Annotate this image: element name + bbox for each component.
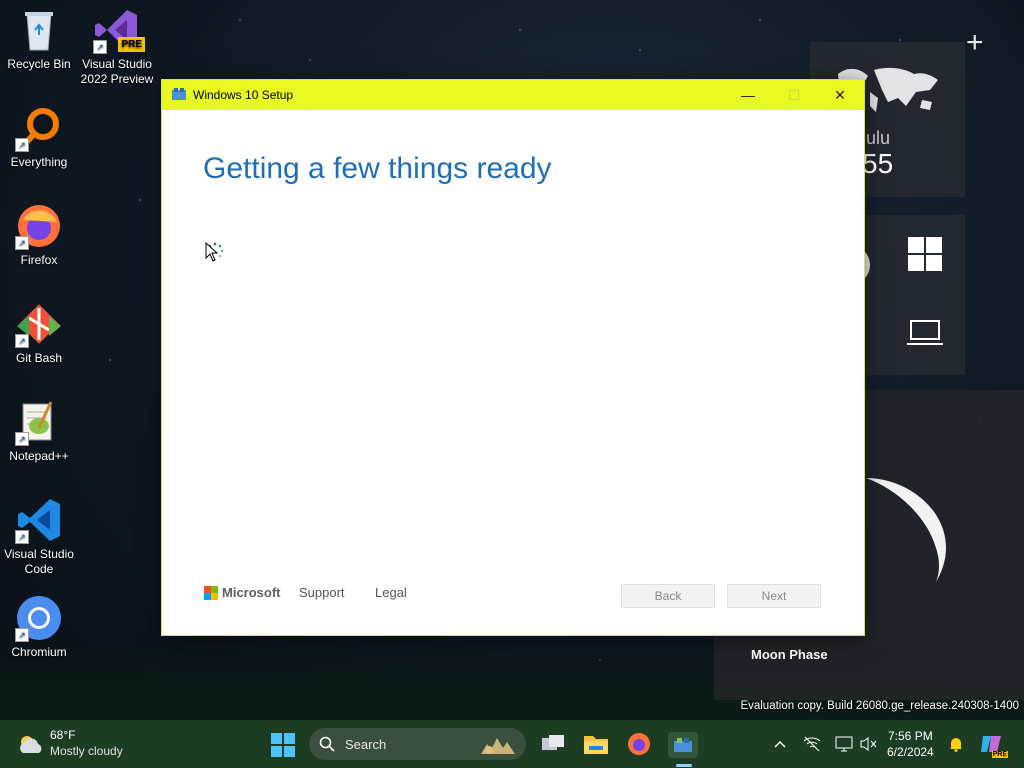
desktop-icon-visual-studio-2022[interactable]: PRE ↗ Visual Studio 2022 Preview bbox=[78, 6, 156, 87]
firefox-taskbar-icon[interactable] bbox=[626, 731, 652, 757]
minimize-button[interactable]: — bbox=[725, 80, 771, 110]
everything-search-icon: ↗ bbox=[15, 104, 63, 152]
legal-link[interactable]: Legal bbox=[375, 585, 407, 600]
task-view-icon[interactable] bbox=[540, 732, 566, 756]
clock-time-label: 55 bbox=[862, 148, 894, 179]
volume-muted-icon[interactable] bbox=[858, 734, 878, 754]
firefox-icon: ↗ bbox=[15, 202, 63, 250]
window-footer: Microsoft Support Legal Back Next bbox=[162, 580, 864, 620]
weather-description[interactable]: Mostly cloudy bbox=[50, 744, 123, 758]
setup-app-icon bbox=[172, 88, 186, 100]
copilot-icon[interactable]: PRE bbox=[978, 730, 1008, 758]
moon-crescent-icon bbox=[866, 478, 946, 582]
visual-studio-icon: PRE ↗ bbox=[93, 6, 145, 54]
taskbar: 68°F Mostly cloudy Search 7:56 PM 6/2/20… bbox=[0, 720, 1024, 768]
windows-setup-window: Windows 10 Setup — ☐ ✕ Getting a few thi… bbox=[161, 79, 865, 636]
maximize-button[interactable]: ☐ bbox=[771, 80, 817, 110]
desktop-icon-label: Chromium bbox=[11, 645, 67, 659]
microsoft-brand-text: Microsoft bbox=[222, 585, 281, 600]
add-widget-button[interactable]: + bbox=[966, 26, 984, 60]
desktop-icon-label: Git Bash bbox=[15, 351, 63, 365]
chromium-icon: ↗ bbox=[15, 594, 63, 642]
desktop-icon-label: Recycle Bin bbox=[7, 57, 71, 71]
shortcut-arrow-icon: ↗ bbox=[15, 138, 29, 152]
shortcut-arrow-icon: ↗ bbox=[93, 40, 107, 54]
desktop-icon-git-bash[interactable]: ↗ Git Bash bbox=[0, 300, 78, 366]
page-heading: Getting a few things ready bbox=[203, 152, 552, 185]
start-button[interactable] bbox=[270, 732, 296, 758]
clock-date: 6/2/2024 bbox=[887, 745, 934, 759]
file-explorer-icon[interactable] bbox=[583, 732, 609, 756]
desktop-icon-chromium[interactable]: ↗ Chromium bbox=[0, 594, 78, 660]
shortcut-arrow-icon: ↗ bbox=[15, 530, 29, 544]
desktop-icon-label: Notepad++ bbox=[9, 449, 69, 463]
desktop-icon-label: Visual Studio Code bbox=[4, 547, 74, 576]
evaluation-watermark: Evaluation copy. Build 26080.ge_release.… bbox=[740, 700, 1019, 712]
notification-bell-icon[interactable] bbox=[947, 734, 965, 754]
laptop-icon[interactable] bbox=[906, 319, 944, 347]
git-bash-icon: ↗ bbox=[15, 300, 63, 348]
microsoft-squares-icon bbox=[204, 585, 218, 600]
window-title: Windows 10 Setup bbox=[193, 88, 294, 102]
notepad-plus-plus-icon: ↗ bbox=[15, 398, 63, 446]
microsoft-logo: Microsoft bbox=[204, 585, 281, 600]
desktop-icon-label: Visual Studio 2022 Preview bbox=[80, 57, 154, 86]
display-icon[interactable] bbox=[834, 734, 854, 754]
desktop-icon-everything[interactable]: ↗ Everything bbox=[0, 104, 78, 170]
weather-temperature[interactable]: 68°F bbox=[50, 728, 75, 742]
search-placeholder: Search bbox=[345, 737, 387, 752]
search-icon bbox=[319, 736, 335, 752]
network-disconnected-icon[interactable] bbox=[802, 734, 822, 754]
support-link[interactable]: Support bbox=[299, 585, 345, 600]
vscode-icon: ↗ bbox=[15, 496, 63, 544]
shortcut-arrow-icon: ↗ bbox=[15, 432, 29, 446]
taskbar-search-box[interactable]: Search bbox=[309, 728, 526, 760]
setup-taskbar-icon[interactable] bbox=[668, 732, 698, 758]
pre-badge: PRE bbox=[118, 37, 145, 52]
taskbar-clock[interactable]: 7:56 PM 6/2/2024 bbox=[887, 728, 934, 760]
desktop-icon-notepad-plus-plus[interactable]: ↗ Notepad++ bbox=[0, 398, 78, 464]
desktop-icon-label: Everything bbox=[10, 155, 68, 169]
weather-cloud-icon[interactable] bbox=[16, 732, 46, 756]
desktop-icon-recycle-bin[interactable]: Recycle Bin bbox=[0, 6, 78, 72]
search-highlight-icon bbox=[481, 738, 515, 754]
window-titlebar[interactable]: Windows 10 Setup — ☐ ✕ bbox=[162, 80, 864, 110]
windows-logo-icon[interactable] bbox=[908, 237, 942, 271]
desktop-icon-label: Firefox bbox=[20, 253, 58, 267]
clock-time: 7:56 PM bbox=[888, 729, 933, 743]
windows-start-icon bbox=[271, 733, 295, 757]
recycle-bin-icon bbox=[15, 6, 63, 54]
back-button[interactable]: Back bbox=[621, 584, 715, 608]
desktop-icon-vscode[interactable]: ↗ Visual Studio Code bbox=[0, 496, 78, 577]
shortcut-arrow-icon: ↗ bbox=[15, 628, 29, 642]
moon-phase-label: Moon Phase bbox=[751, 647, 828, 662]
close-button[interactable]: ✕ bbox=[817, 80, 863, 110]
copilot-pre-badge: PRE bbox=[991, 751, 1008, 758]
active-app-indicator bbox=[676, 764, 692, 767]
next-button[interactable]: Next bbox=[727, 584, 821, 608]
shortcut-arrow-icon: ↗ bbox=[15, 236, 29, 250]
clock-city-label: lulu bbox=[862, 128, 891, 148]
shortcut-arrow-icon: ↗ bbox=[15, 334, 29, 348]
mouse-cursor-icon bbox=[205, 242, 219, 262]
desktop-icon-firefox[interactable]: ↗ Firefox bbox=[0, 202, 78, 268]
chevron-up-icon[interactable] bbox=[771, 734, 789, 754]
